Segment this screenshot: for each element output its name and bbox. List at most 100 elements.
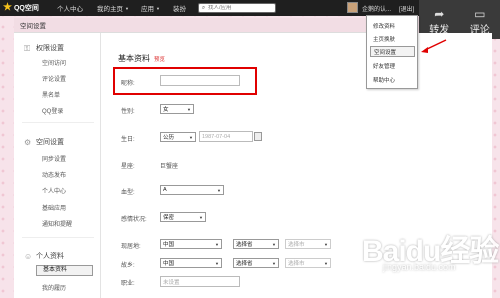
nav-apps[interactable]: 应用 ▼ bbox=[141, 0, 160, 16]
residence-country-value: 中国 bbox=[163, 242, 175, 248]
sidebar-group-space-settings[interactable]: ⚙ 空间设置 bbox=[24, 137, 64, 147]
chevron-down-icon: ▼ bbox=[272, 241, 276, 247]
sidebar-group-profile[interactable]: ☺ 个人资料 bbox=[24, 251, 64, 261]
logo-text: QQ空间 bbox=[13, 5, 39, 12]
sidebar-item-my-resume[interactable]: 我的履历 bbox=[42, 283, 66, 292]
sidebar-item-notifications[interactable]: 通知和提醒 bbox=[42, 219, 72, 228]
caret-down-icon: ▼ bbox=[125, 5, 129, 11]
menu-item-space-settings[interactable]: 空间设置 bbox=[370, 46, 415, 57]
menu-item-change-skin[interactable]: 主页换肤 bbox=[370, 33, 415, 44]
sidebar-item-personal-center[interactable]: 个人中心 bbox=[42, 186, 66, 195]
menu-item-edit-profile[interactable]: 修改资料 bbox=[370, 20, 415, 31]
hometown-city-value: 选择市 bbox=[288, 261, 305, 267]
hometown-country-select[interactable]: 中国 ▼ bbox=[160, 258, 222, 268]
logout-link[interactable]: [退出] bbox=[399, 0, 414, 16]
gender-value: 女 bbox=[163, 107, 169, 113]
constellation-value: 巨蟹座 bbox=[160, 164, 179, 170]
gender-label: 性别: bbox=[121, 109, 135, 115]
preview-link[interactable]: 预览 bbox=[154, 55, 165, 63]
blood-type-label: 血型: bbox=[121, 190, 135, 196]
section-title: 基本资料 bbox=[118, 54, 150, 63]
caret-down-icon: ▼ bbox=[156, 5, 160, 11]
sidebar-group-permissions[interactable]: ⚿ 权限设置 bbox=[24, 43, 64, 53]
marital-value: 保密 bbox=[163, 215, 175, 221]
search-box[interactable]: ⌕ bbox=[198, 3, 276, 13]
chevron-down-icon: ▼ bbox=[217, 187, 221, 193]
marital-label: 感情状况: bbox=[121, 217, 147, 223]
birthday-date-field[interactable]: 1987-07-04 bbox=[199, 131, 253, 142]
sidebar-group-title: 权限设置 bbox=[36, 45, 64, 52]
chevron-down-icon: ▼ bbox=[215, 260, 219, 266]
nav-decorate[interactable]: 装扮 bbox=[173, 0, 186, 16]
sidebar-item-basic-info[interactable]: 基本资料 bbox=[36, 265, 93, 276]
sidebar-item-sync[interactable]: 同步设置 bbox=[42, 154, 66, 163]
nav-my-home[interactable]: 我的主页 ▼ bbox=[97, 0, 129, 16]
section-header: 基本资料 预览 bbox=[118, 53, 165, 64]
hometown-label: 故乡: bbox=[121, 263, 135, 269]
residence-city-select[interactable]: 选择市 ▼ bbox=[285, 239, 331, 249]
nav-label: 应用 bbox=[141, 6, 154, 13]
user-dropdown-menu: 修改资料 主页换肤 空间设置 好友管理 帮助中心 bbox=[366, 15, 418, 89]
forward-icon: ➦ bbox=[434, 7, 445, 21]
chevron-down-icon: ▼ bbox=[215, 241, 219, 247]
sidebar-item-basic-apps[interactable]: 基础应用 bbox=[42, 203, 66, 212]
sidebar-item-blacklist[interactable]: 黑名单 bbox=[42, 90, 60, 99]
birthday-label: 生日: bbox=[121, 137, 135, 143]
gear-icon: ⚙ bbox=[24, 137, 32, 147]
nav-personal-center[interactable]: 个人中心 bbox=[57, 0, 83, 16]
gender-select[interactable]: 女 ▼ bbox=[160, 104, 194, 114]
chevron-down-icon: ▼ bbox=[187, 106, 191, 112]
chevron-down-icon: ▼ bbox=[272, 260, 276, 266]
annotation-arrow-icon bbox=[421, 39, 447, 53]
search-icon[interactable]: ⌕ bbox=[199, 4, 208, 13]
star-logo-icon: ★ bbox=[3, 2, 12, 13]
chevron-down-icon: ▼ bbox=[199, 214, 203, 220]
qzone-logo[interactable]: ★ QQ空间 bbox=[3, 3, 39, 13]
sidebar-divider bbox=[22, 237, 94, 238]
calendar-type-select[interactable]: 公历 ▼ bbox=[160, 132, 196, 142]
residence-label: 现居地: bbox=[121, 244, 141, 250]
chevron-down-icon: ▼ bbox=[189, 134, 193, 140]
avatar[interactable] bbox=[347, 2, 358, 13]
sidebar-item-space-access[interactable]: 空间访问 bbox=[42, 58, 66, 67]
constellation-label: 星座: bbox=[121, 164, 135, 170]
window-title-bar: 空间设置 bbox=[14, 18, 372, 33]
nav-label: 装扮 bbox=[173, 6, 186, 13]
user-icon: ☺ bbox=[24, 251, 33, 261]
window-title: 空间设置 bbox=[20, 23, 46, 30]
hometown-province-select[interactable]: 选择省 ▼ bbox=[233, 258, 279, 268]
hometown-country-value: 中国 bbox=[163, 261, 175, 267]
sidebar: ⚿ 权限设置 空间访问 评论设置 黑名单 QQ登录 ⚙ 空间设置 同步设置 动态… bbox=[14, 33, 101, 298]
menu-item-help-center[interactable]: 帮助中心 bbox=[370, 74, 415, 85]
chevron-down-icon: ▼ bbox=[324, 241, 328, 247]
hometown-city-select[interactable]: 选择市 ▼ bbox=[285, 258, 331, 268]
blood-type-select[interactable]: A ▼ bbox=[160, 185, 224, 195]
lock-icon: ⚿ bbox=[24, 43, 31, 53]
hometown-province-value: 选择省 bbox=[236, 261, 253, 267]
sidebar-group-title: 空间设置 bbox=[36, 139, 64, 146]
watermark-url: jingyan.baidu.com bbox=[383, 262, 456, 272]
sidebar-item-comment-settings[interactable]: 评论设置 bbox=[42, 74, 66, 83]
residence-province-value: 选择省 bbox=[236, 242, 253, 248]
sidebar-divider bbox=[22, 122, 94, 123]
calendar-icon[interactable] bbox=[254, 132, 262, 141]
marital-select[interactable]: 保密 ▼ bbox=[160, 212, 206, 222]
residence-city-value: 选择市 bbox=[288, 242, 305, 248]
blood-type-value: A bbox=[163, 187, 167, 193]
residence-country-select[interactable]: 中国 ▼ bbox=[160, 239, 222, 249]
nav-label: 我的主页 bbox=[97, 6, 123, 13]
annotation-highlight-box bbox=[113, 67, 257, 95]
residence-province-select[interactable]: 选择省 ▼ bbox=[233, 239, 279, 249]
comment-icon: ▭ bbox=[474, 7, 486, 21]
chevron-down-icon: ▼ bbox=[324, 260, 328, 266]
nav-label: 个人中心 bbox=[57, 6, 83, 13]
search-input[interactable] bbox=[208, 5, 272, 11]
user-name[interactable]: 企鹅的认... bbox=[362, 0, 391, 16]
menu-item-friend-management[interactable]: 好友管理 bbox=[370, 60, 415, 71]
job-label: 职业: bbox=[121, 281, 135, 287]
calendar-type-value: 公历 bbox=[163, 135, 175, 141]
sidebar-item-feed-publish[interactable]: 动态发布 bbox=[42, 170, 66, 179]
sidebar-group-title: 个人资料 bbox=[36, 253, 64, 260]
job-field[interactable]: 未设置 bbox=[160, 276, 240, 287]
sidebar-item-qq-login[interactable]: QQ登录 bbox=[42, 106, 63, 115]
